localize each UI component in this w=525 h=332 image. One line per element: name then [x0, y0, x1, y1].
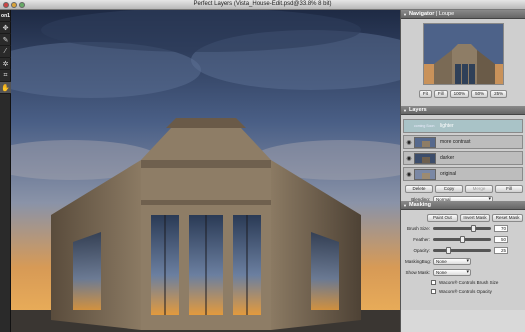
hdr-building-photo — [11, 10, 400, 332]
zoom-fill-button[interactable]: Fill — [433, 90, 448, 98]
loupe-tab[interactable]: | Loupe — [436, 11, 454, 17]
crop-icon[interactable]: ⌗ — [0, 70, 11, 82]
layer-buttons: Delete Copy Merge Fill — [405, 185, 523, 193]
slider-thumb[interactable] — [471, 225, 476, 232]
layers-panel: coming Soon lighter ◉ more contrast ◉ da… — [401, 115, 525, 214]
layers-header[interactable]: Layers — [401, 106, 525, 115]
mask-brush-icon[interactable]: ✎ — [0, 34, 11, 46]
wacom-brush-size-checkbox[interactable] — [431, 279, 436, 285]
app-window: Perfect Layers (Vista_House-Edit.psd@33.… — [0, 0, 525, 332]
layer-name: darker — [440, 155, 455, 161]
title-bar: Perfect Layers (Vista_House-Edit.psd@33.… — [0, 0, 525, 10]
zoom-buttons: Fit Fill 100% 50% 25% — [401, 90, 525, 98]
reset-mask-button[interactable]: Reset Mask — [492, 214, 524, 222]
feather-row: Feather: 50 — [401, 235, 525, 244]
zoom-50-button[interactable]: 50% — [471, 90, 489, 98]
layer-item-original[interactable]: ◉ original — [403, 167, 523, 181]
wacom-opacity-row[interactable]: Wacom® Controls Opacity — [401, 287, 525, 295]
layer-name: more contrast — [440, 139, 471, 145]
masking-title: Masking — [409, 202, 432, 208]
feather-label: Feather: — [413, 237, 430, 242]
layer-thumb-image — [415, 153, 435, 163]
fill-layer-button[interactable]: Fill — [495, 185, 523, 193]
side-panel: Navigator | Loupe Fit Fill 100% — [400, 10, 525, 332]
show-mask-select[interactable]: None — [433, 269, 471, 276]
mask-buttons: Paint Out Invert Mask Reset Mask — [427, 214, 524, 222]
eyedropper-icon[interactable]: ⁄ — [0, 46, 11, 58]
layer-prefix: coming Soon — [414, 124, 435, 128]
paint-out-button[interactable]: Paint Out — [427, 214, 458, 222]
layer-thumbnail — [414, 168, 436, 180]
on1-logo: on1 — [0, 10, 11, 22]
navigator-panel: Fit Fill 100% 50% 25% — [401, 19, 525, 106]
window-title: Perfect Layers (Vista_House-Edit.psd@33.… — [193, 1, 332, 7]
navigator-title: Navigator — [409, 11, 435, 17]
masking-header[interactable]: Masking — [401, 201, 525, 210]
layer-item-darker[interactable]: ◉ darker — [403, 151, 523, 165]
mask-opacity-value[interactable]: 25 — [494, 247, 508, 254]
merge-layer-button[interactable]: Merge — [465, 185, 493, 193]
image-canvas[interactable] — [11, 10, 400, 332]
show-mask-row: Show Mask: None — [401, 268, 525, 277]
zoom-100-button[interactable]: 100% — [449, 90, 470, 98]
maskingbug-select[interactable]: None — [433, 258, 471, 265]
invert-mask-button[interactable]: Invert Mask — [459, 214, 491, 222]
brush-size-value[interactable]: 70 — [494, 225, 508, 232]
delete-layer-button[interactable]: Delete — [405, 185, 433, 193]
eye-icon[interactable]: ◉ — [404, 139, 414, 146]
mask-opacity-slider[interactable] — [433, 247, 491, 254]
layer-thumbnail — [414, 136, 436, 148]
layer-name: lighter — [440, 123, 454, 129]
slider-thumb[interactable] — [446, 247, 451, 254]
wacom-brush-size-label: Wacom® Controls Brush Size — [439, 279, 499, 285]
wacom-opacity-checkbox[interactable] — [431, 288, 436, 294]
move-icon[interactable]: ✥ — [0, 22, 11, 34]
maskingbug-label: MaskingBug: — [405, 259, 432, 264]
masking-panel: Paint Out Invert Mask Reset Mask Brush S… — [401, 210, 525, 310]
layer-thumb-image — [415, 169, 435, 179]
maskingbug-row: MaskingBug: None — [401, 257, 525, 266]
eye-icon[interactable]: ◉ — [404, 171, 414, 178]
layers-title: Layers — [409, 107, 427, 113]
layer-thumbnail — [414, 152, 436, 164]
wacom-opacity-label: Wacom® Controls Opacity — [439, 288, 492, 294]
zoom-25-button[interactable]: 25% — [490, 90, 508, 98]
layer-thumb-image — [415, 137, 435, 147]
copy-layer-button[interactable]: Copy — [435, 185, 463, 193]
eye-icon[interactable]: ◉ — [404, 155, 414, 162]
feather-slider[interactable] — [433, 236, 491, 243]
feather-value[interactable]: 50 — [494, 236, 508, 243]
layer-item-lighter[interactable]: coming Soon lighter — [403, 119, 523, 133]
zoom-fit-button[interactable]: Fit — [418, 90, 432, 98]
brush-size-label: Brush Size: — [406, 226, 430, 231]
mask-opacity-label: Opacity: — [413, 248, 430, 253]
hand-icon[interactable]: ✋ — [0, 82, 11, 94]
show-mask-label: Show Mask: — [405, 270, 430, 275]
brush-size-slider[interactable] — [433, 225, 491, 232]
slider-thumb[interactable] — [460, 236, 465, 243]
navigator-header[interactable]: Navigator | Loupe — [401, 10, 525, 19]
navigator-preview[interactable] — [423, 23, 504, 85]
bug-icon[interactable]: ✲ — [0, 58, 11, 70]
tool-bar: on1 ✥ ✎ ⁄ ✲ ⌗ ✋ — [0, 10, 11, 332]
brush-size-row: Brush Size: 70 — [401, 224, 525, 233]
navigator-thumbnail — [424, 24, 503, 84]
mask-opacity-row: Opacity: 25 — [401, 246, 525, 255]
wacom-brush-size-row[interactable]: Wacom® Controls Brush Size — [401, 278, 525, 286]
layer-name: original — [440, 171, 457, 177]
layer-item-more-contrast[interactable]: ◉ more contrast — [403, 135, 523, 149]
